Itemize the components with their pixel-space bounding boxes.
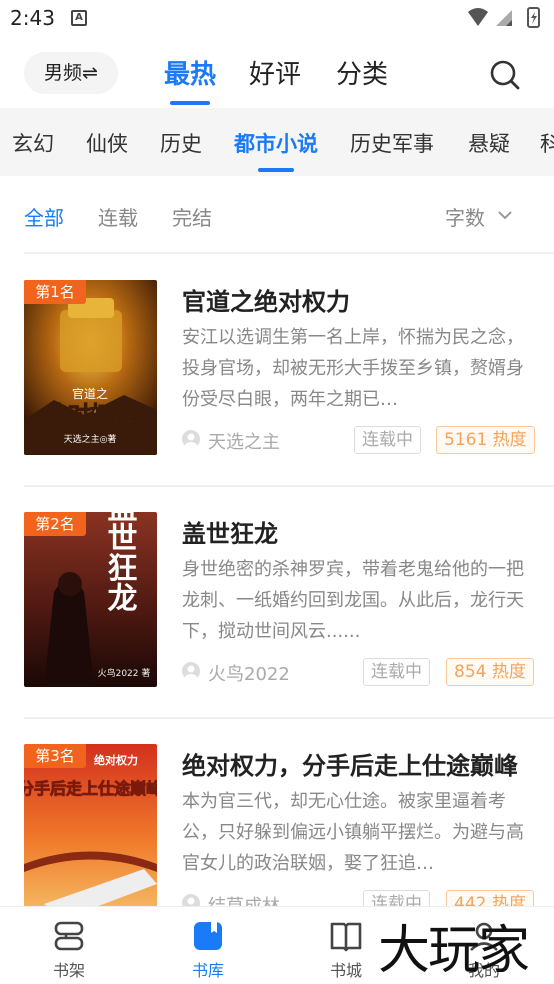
cover-subtitle: 官道之 <box>72 386 108 401</box>
nav-library-label: 书库 <box>191 961 224 980</box>
divider <box>24 485 554 487</box>
chevron-down-icon <box>498 211 512 220</box>
cover-art-image: 绝对权力 分手后走上仕途巅峰 <box>24 744 157 919</box>
category-history[interactable]: 历史 <box>160 128 202 158</box>
book-description: 身世绝密的杀神罗宾，带着老鬼给他的一把龙刺、一纸婚约回到龙国。从此后，龙行天下，… <box>182 559 524 642</box>
book-cover: 官道之 绝对权力 天选之主◎著 第1名 <box>24 280 157 455</box>
nav-bookshelf[interactable]: 书架 <box>29 913 109 981</box>
gender-switch-button[interactable]: 男频⇌ <box>24 52 118 94</box>
nav-library[interactable]: 书库 <box>168 913 248 981</box>
bookshelf-icon <box>54 921 84 951</box>
book-author: 火鸟2022 <box>182 660 290 686</box>
tab-hottest-label: 最热 <box>164 60 217 90</box>
book-description: 安江以选调生第一名上岸，怀揣为民之念，投身官场，却被无形大手拨至乡镇，赘婿身份受… <box>182 327 524 410</box>
heat-badge: 854 热度 <box>446 658 534 686</box>
library-icon <box>194 922 222 950</box>
book-item[interactable]: 盖世狂龙 火鸟2022 著 第2名 盖世狂龙 身世绝密的杀神罗宾，带着老鬼给他的… <box>0 512 554 712</box>
cover-subtitle: 绝对权力 <box>94 753 138 767</box>
book-author: 天选之主 <box>182 428 280 454</box>
sort-label: 字数 <box>445 206 485 230</box>
notification-icon: A <box>71 10 87 26</box>
status-bar: 2:43 A <box>0 0 554 40</box>
author-name: 火鸟2022 <box>208 664 290 685</box>
status-badge: 连载中 <box>363 658 430 686</box>
category-scifi[interactable]: 科 <box>540 128 554 158</box>
tab-top-rated[interactable]: 好评 <box>249 54 301 91</box>
watermark: 大玩家 <box>378 921 530 981</box>
nav-bookstore-label: 书城 <box>329 961 362 980</box>
author-name: 天选之主 <box>208 432 280 453</box>
cover-author: 火鸟2022 著 <box>98 667 151 679</box>
book-cover: 绝对权力 分手后走上仕途巅峰 第3名 <box>24 744 157 919</box>
filter-all[interactable]: 全部 <box>24 202 64 231</box>
cover-title: 绝对权力 <box>46 402 134 428</box>
book-cover: 盖世狂龙 火鸟2022 著 第2名 <box>24 512 157 687</box>
cover-title: 分手后走上仕途巅峰 <box>24 779 157 798</box>
top-navigation: 男频⇌ 最热 好评 分类 <box>0 40 554 110</box>
avatar-icon <box>182 662 200 680</box>
cover-art-image: 盖世狂龙 火鸟2022 著 <box>24 512 157 687</box>
nav-bookshelf-label: 书架 <box>52 961 85 980</box>
filter-completed[interactable]: 完结 <box>172 202 212 231</box>
avatar-icon <box>182 430 200 448</box>
rank-badge: 第2名 <box>24 512 86 536</box>
active-category-indicator <box>258 168 294 172</box>
rank-badge: 第1名 <box>24 280 86 304</box>
sort-word-count[interactable]: 字数 <box>445 202 512 231</box>
book-title[interactable]: 盖世狂龙 <box>182 514 532 549</box>
category-strip: 玄幻 仙侠 历史 都市小说 历史军事 悬疑 科 <box>0 108 554 176</box>
page: 2:43 A 男频⇌ 最热 好评 分类 玄幻 仙侠 历史 都市小说 历史军事 悬… <box>0 0 554 984</box>
cover-art-image: 官道之 绝对权力 天选之主◎著 <box>24 280 157 455</box>
book-title[interactable]: 官道之绝对权力 <box>182 282 532 317</box>
system-status-icons <box>468 7 540 28</box>
category-suspense[interactable]: 悬疑 <box>468 128 510 158</box>
category-urban[interactable]: 都市小说 <box>234 128 318 172</box>
divider <box>24 717 554 719</box>
filter-bar: 全部 连载 完结 字数 <box>0 196 554 236</box>
book-description: 本为官三代，却无心仕途。被家里逼着考公，只好躲到偏远小镇躺平摆烂。为避与高官女儿… <box>182 791 524 874</box>
search-icon[interactable] <box>488 58 522 92</box>
rank-badge: 第3名 <box>24 744 86 768</box>
tab-hottest[interactable]: 最热 <box>164 54 217 105</box>
active-tab-indicator <box>170 101 211 105</box>
tab-categories[interactable]: 分类 <box>336 54 388 91</box>
filter-serializing[interactable]: 连载 <box>98 202 138 231</box>
heat-badge: 5161 热度 <box>436 426 535 454</box>
status-badge: 连载中 <box>354 426 421 454</box>
open-book-icon <box>330 922 362 952</box>
category-xianxia[interactable]: 仙侠 <box>86 128 128 158</box>
category-urban-label: 都市小说 <box>234 132 318 156</box>
category-military-history[interactable]: 历史军事 <box>350 128 434 158</box>
status-time: 2:43 <box>10 6 55 30</box>
category-xuanhuan[interactable]: 玄幻 <box>12 128 54 158</box>
divider <box>24 252 554 254</box>
book-item[interactable]: 官道之 绝对权力 天选之主◎著 第1名 官道之绝对权力 安江以选调生第一名上岸，… <box>0 280 554 480</box>
book-title[interactable]: 绝对权力，分手后走上仕途巅峰 <box>182 746 532 781</box>
cover-title: 盖世狂龙 <box>102 512 138 612</box>
nav-bookstore[interactable]: 书城 <box>306 913 386 981</box>
cover-author: 天选之主◎著 <box>64 433 117 445</box>
